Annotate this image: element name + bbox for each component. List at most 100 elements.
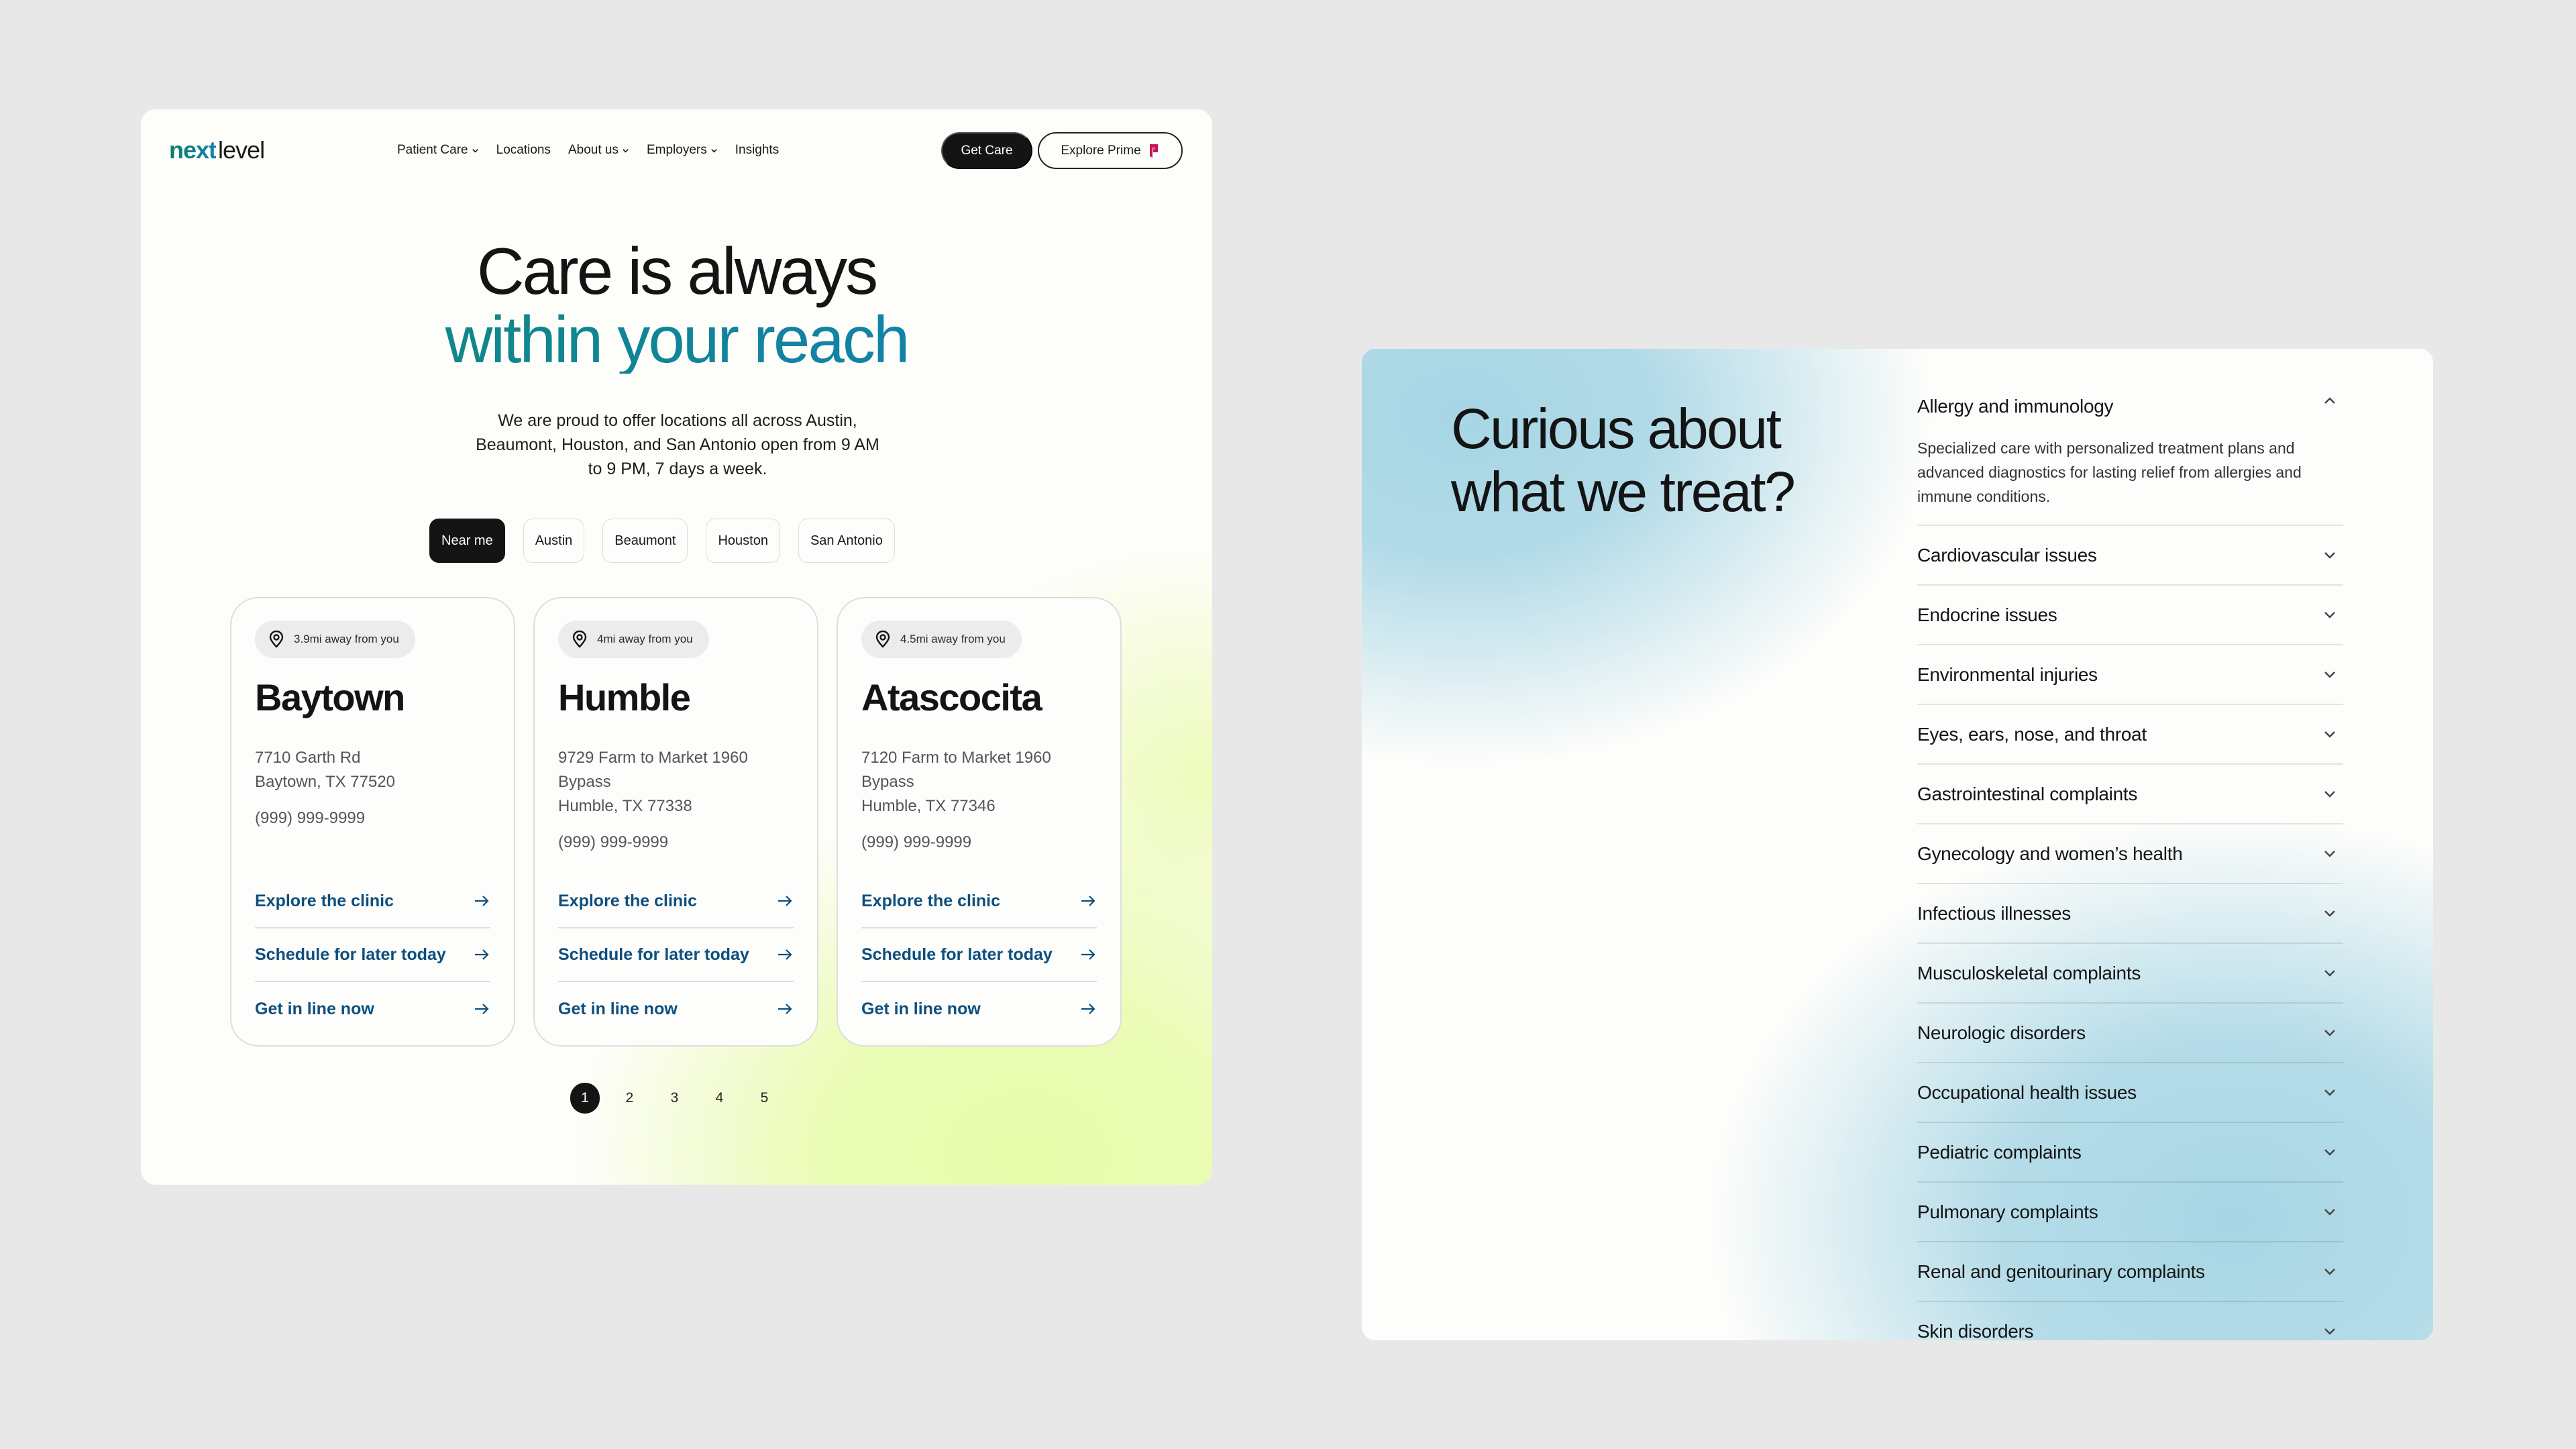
explore-clinic-link[interactable]: Explore the clinic xyxy=(861,875,1097,928)
location-pin-icon xyxy=(875,631,890,648)
conditions-accordion: Allergy and immunology Specialized care w… xyxy=(1917,389,2343,1340)
explore-clinic-link[interactable]: Explore the clinic xyxy=(255,875,490,928)
condition-label: Musculoskeletal complaints xyxy=(1917,962,2141,983)
condition-label: Endocrine issues xyxy=(1917,604,2057,625)
accordion-header[interactable]: Pediatric complaints xyxy=(1917,1123,2343,1181)
schedule-later-link[interactable]: Schedule for later today xyxy=(255,928,490,982)
address-line: Baytown, TX 77520 xyxy=(255,773,396,791)
accordion-header[interactable]: Skin disorders xyxy=(1917,1302,2343,1340)
nav-employers[interactable]: Employers xyxy=(647,143,718,158)
clinic-actions: Explore the clinic Schedule for later to… xyxy=(861,875,1097,1036)
get-care-button[interactable]: Get Care xyxy=(941,132,1032,169)
accordion-header[interactable]: Neurologic disorders xyxy=(1917,1004,2343,1062)
clinic-cards: 3.9mi away from you Baytown 7710 Garth R… xyxy=(230,597,1122,1046)
get-in-line-link[interactable]: Get in line now xyxy=(861,982,1097,1036)
arrow-right-icon xyxy=(475,949,489,960)
location-pin-icon xyxy=(269,631,284,648)
nav-locations[interactable]: Locations xyxy=(496,143,551,158)
accordion-item: Gastrointestinal complaints xyxy=(1917,765,2343,824)
accordion-header[interactable]: Endocrine issues xyxy=(1917,586,2343,644)
filter-beaumont[interactable]: Beaumont xyxy=(602,519,688,563)
filter-san-antonio[interactable]: San Antonio xyxy=(798,519,895,563)
nav-about-us[interactable]: About us xyxy=(568,143,629,158)
location-filters: Near me Austin Beaumont Houston San Anto… xyxy=(429,519,895,563)
clinic-name: Atascocita xyxy=(861,676,1042,718)
accordion-header[interactable]: Pulmonary complaints xyxy=(1917,1183,2343,1241)
link-label: Schedule for later today xyxy=(558,945,749,964)
schedule-later-link[interactable]: Schedule for later today xyxy=(861,928,1097,982)
page-1-button[interactable]: 1 xyxy=(570,1083,600,1114)
get-in-line-link[interactable]: Get in line now xyxy=(255,982,490,1036)
clinic-card: 4mi away from you Humble 9729 Farm to Ma… xyxy=(533,597,818,1046)
accordion-item: Allergy and immunology Specialized care w… xyxy=(1917,389,2343,526)
accordion-header[interactable]: Gynecology and women’s health xyxy=(1917,824,2343,883)
link-label: Get in line now xyxy=(255,999,374,1018)
location-pin-icon xyxy=(572,631,587,648)
explore-prime-button[interactable]: Explore Prime xyxy=(1038,132,1183,169)
clinic-address: 9729 Farm to Market 1960 Bypass Humble, … xyxy=(558,746,748,855)
hero-title-line1: Care is always xyxy=(476,234,878,308)
nav-label: Locations xyxy=(496,143,551,157)
nav-label: Patient Care xyxy=(397,143,468,157)
filter-near-me[interactable]: Near me xyxy=(429,519,505,563)
schedule-later-link[interactable]: Schedule for later today xyxy=(558,928,794,982)
chevron-down-icon xyxy=(2324,1208,2335,1216)
page-4-button[interactable]: 4 xyxy=(697,1083,742,1114)
accordion-header[interactable]: Infectious illnesses xyxy=(1917,884,2343,943)
page-5-button[interactable]: 5 xyxy=(742,1083,787,1114)
distance-badge: 3.9mi away from you xyxy=(255,621,415,658)
accordion-item: Pediatric complaints xyxy=(1917,1123,2343,1183)
chevron-up-icon xyxy=(2324,397,2335,404)
chevron-down-icon xyxy=(623,148,629,153)
address-line: 9729 Farm to Market 1960 xyxy=(558,749,748,767)
condition-label: Renal and genitourinary complaints xyxy=(1917,1260,2205,1282)
condition-label: Environmental injuries xyxy=(1917,663,2098,685)
page-2-button[interactable]: 2 xyxy=(607,1083,652,1114)
accordion-header[interactable]: Gastrointestinal complaints xyxy=(1917,765,2343,823)
nav-label: About us xyxy=(568,143,619,157)
link-label: Explore the clinic xyxy=(558,891,698,910)
get-in-line-link[interactable]: Get in line now xyxy=(558,982,794,1036)
chevron-down-icon xyxy=(2324,1148,2335,1156)
accordion-header[interactable]: Eyes, ears, nose, and throat xyxy=(1917,705,2343,763)
logo-level: level xyxy=(218,136,265,164)
accordion-header[interactable]: Renal and genitourinary complaints xyxy=(1917,1242,2343,1301)
page-3-button[interactable]: 3 xyxy=(652,1083,697,1114)
chevron-down-icon xyxy=(2324,969,2335,977)
chevron-down-icon xyxy=(710,148,717,153)
condition-description: Specialized care with personalized treat… xyxy=(1917,439,2302,505)
chevron-down-icon xyxy=(2324,790,2335,798)
address-line: 7710 Garth Rd xyxy=(255,749,361,767)
conditions-title: Curious about what we treat? xyxy=(1451,397,1796,523)
clinic-address: 7120 Farm to Market 1960 Bypass Humble, … xyxy=(861,746,1051,855)
accordion-header[interactable]: Cardiovascular issues xyxy=(1917,526,2343,584)
link-label: Explore the clinic xyxy=(255,891,394,910)
conditions-page: Curious about what we treat? Allergy and… xyxy=(1362,349,2433,1340)
explore-prime-label: Explore Prime xyxy=(1061,143,1141,158)
arrow-right-icon xyxy=(778,949,792,960)
logo[interactable]: next level xyxy=(169,136,265,164)
filter-austin[interactable]: Austin xyxy=(523,519,585,563)
nav-patient-care[interactable]: Patient Care xyxy=(397,143,479,158)
clinic-actions: Explore the clinic Schedule for later to… xyxy=(558,875,794,1036)
hero-title: Care is always within your reach xyxy=(141,237,1212,374)
clinic-phone: (999) 999-9999 xyxy=(861,833,972,851)
condition-label: Gastrointestinal complaints xyxy=(1917,783,2138,804)
condition-label: Skin disorders xyxy=(1917,1320,2034,1341)
title-line1: Curious about xyxy=(1451,397,1782,460)
explore-clinic-link[interactable]: Explore the clinic xyxy=(558,875,794,928)
accordion-header[interactable]: Allergy and immunology xyxy=(1917,389,2343,436)
accordion-header[interactable]: Occupational health issues xyxy=(1917,1063,2343,1122)
nav-insights[interactable]: Insights xyxy=(735,143,779,158)
accordion-header[interactable]: Environmental injuries xyxy=(1917,645,2343,704)
filter-houston[interactable]: Houston xyxy=(706,519,780,563)
site-header: next level Patient Care Locations About … xyxy=(141,109,1212,190)
chevron-down-icon xyxy=(472,148,478,153)
chevron-down-icon xyxy=(2324,731,2335,738)
accordion-item: Environmental injuries xyxy=(1917,645,2343,705)
accordion-header[interactable]: Musculoskeletal complaints xyxy=(1917,944,2343,1002)
chevron-down-icon xyxy=(2324,611,2335,619)
accordion-item: Endocrine issues xyxy=(1917,586,2343,645)
chevron-down-icon xyxy=(2324,910,2335,917)
main-nav: Patient Care Locations About us Employer… xyxy=(397,143,779,158)
